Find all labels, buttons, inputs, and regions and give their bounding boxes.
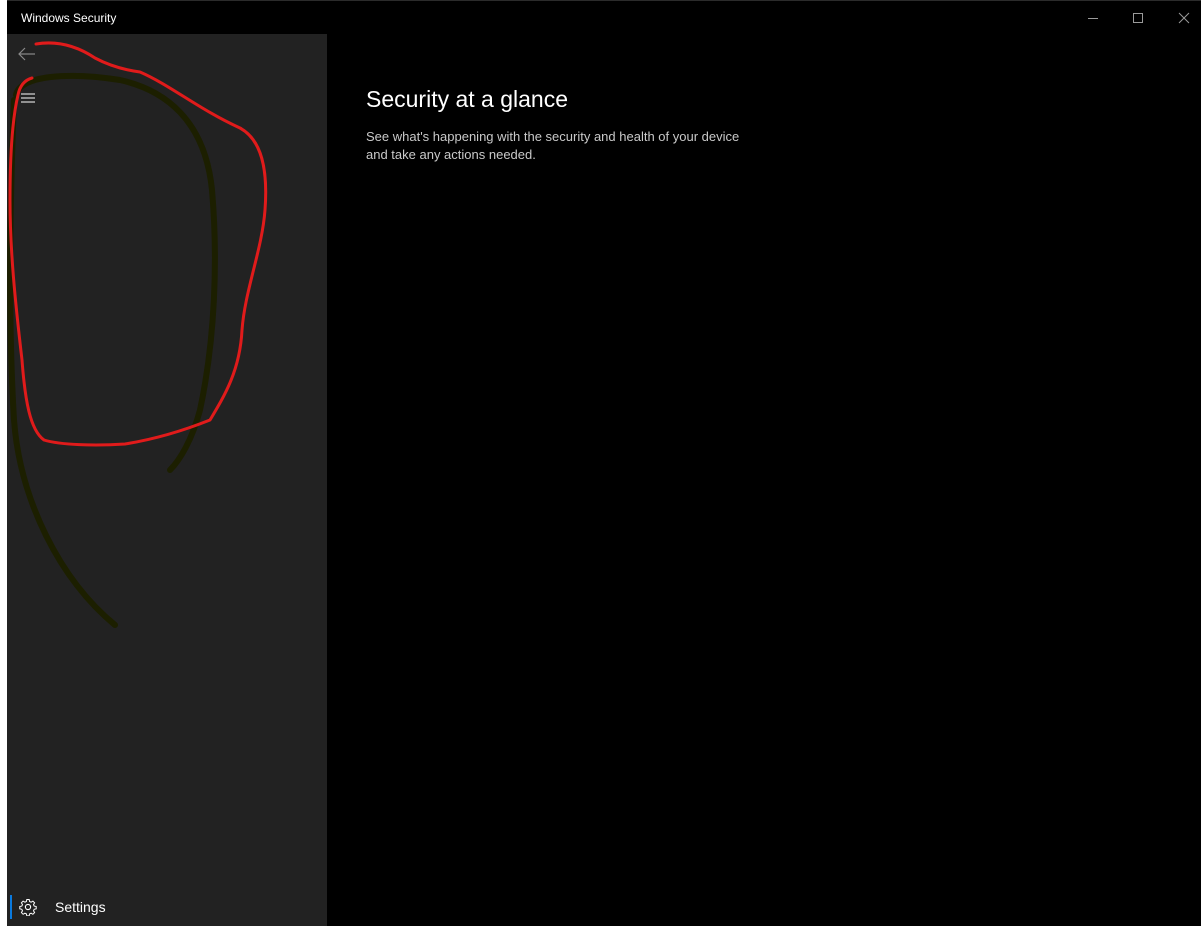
close-icon xyxy=(1178,12,1190,24)
back-arrow-icon xyxy=(18,47,35,61)
app-title: Windows Security xyxy=(21,11,117,25)
close-button[interactable] xyxy=(1161,1,1201,35)
window-left-edge xyxy=(0,0,7,926)
title-bar: Windows Security xyxy=(0,0,1201,34)
hamburger-menu-button[interactable] xyxy=(13,87,43,109)
maximize-button[interactable] xyxy=(1115,1,1161,35)
maximize-icon xyxy=(1133,13,1143,23)
page-title: Security at a glance xyxy=(366,86,569,112)
selection-indicator xyxy=(10,895,12,919)
main-content: Security at a glance See what's happenin… xyxy=(327,34,1201,926)
minimize-button[interactable] xyxy=(1070,1,1116,35)
navigation-sidebar: Settings xyxy=(0,34,327,926)
back-button[interactable] xyxy=(11,42,43,66)
description-line: and take any actions needed. xyxy=(366,147,536,162)
app-window: Windows Security Settings Security at a … xyxy=(0,0,1201,926)
description-line: See what's happening with the security a… xyxy=(366,129,740,144)
hamburger-menu-icon xyxy=(21,93,35,103)
sidebar-item-settings[interactable]: Settings xyxy=(9,892,327,922)
page-description: See what's happening with the security a… xyxy=(366,128,756,164)
sidebar-item-label: Settings xyxy=(55,899,106,915)
minimize-icon xyxy=(1088,18,1098,19)
gear-icon xyxy=(19,899,37,916)
